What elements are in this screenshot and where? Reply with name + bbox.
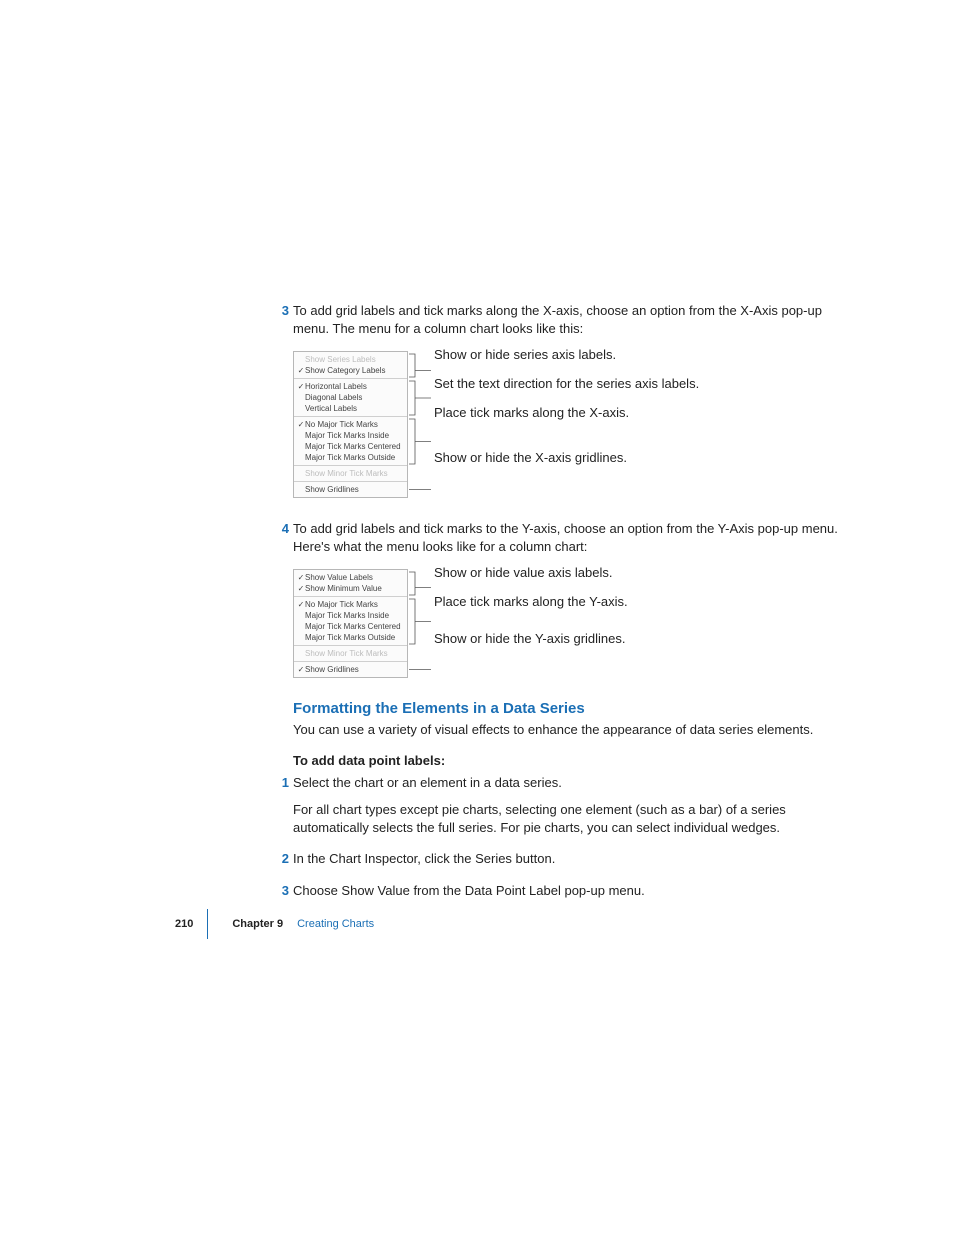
menu-item: Show Minor Tick Marks [294, 468, 407, 479]
step-1-detail: For all chart types except pie charts, s… [293, 801, 841, 836]
content-column: 3 To add grid labels and tick marks alon… [293, 302, 841, 913]
menu-section: ✓Show Value Labels✓Show Minimum Value [294, 570, 407, 597]
step-number: 2 [277, 850, 289, 868]
step-number: 1 [277, 774, 289, 792]
menu-item[interactable]: Show Gridlines [294, 484, 407, 495]
menu-item[interactable]: ✓No Major Tick Marks [294, 419, 407, 430]
menu-item-label: Show Minor Tick Marks [305, 648, 403, 659]
step-text: In the Chart Inspector, click the Series… [293, 851, 555, 866]
menu-wrap: Show Series Labels✓Show Category Labels✓… [293, 351, 408, 498]
figure-x-axis-menu: Show Series Labels✓Show Category Labels✓… [293, 351, 841, 498]
menu-section: ✓Horizontal LabelsDiagonal LabelsVertica… [294, 379, 407, 417]
menu-item-label: Major Tick Marks Inside [305, 610, 403, 621]
menu-item-label: Vertical Labels [305, 403, 403, 414]
menu-item-label: Major Tick Marks Outside [305, 452, 403, 463]
menu-section: ✓Show Gridlines [294, 662, 407, 677]
menu-item[interactable]: Major Tick Marks Inside [294, 610, 407, 621]
footer-rule [207, 909, 208, 939]
menu-item-label: Show Series Labels [305, 354, 403, 365]
menu-section: ✓No Major Tick MarksMajor Tick Marks Ins… [294, 417, 407, 466]
menu-item[interactable]: ✓No Major Tick Marks [294, 599, 407, 610]
page: 3 To add grid labels and tick marks alon… [0, 0, 954, 1235]
menu-item[interactable]: ✓Show Value Labels [294, 572, 407, 583]
y-axis-callouts: Show or hide value axis labels. Place ti… [434, 569, 628, 648]
menu-item[interactable]: ✓Show Category Labels [294, 365, 407, 376]
menu-item-label: No Major Tick Marks [305, 599, 403, 610]
step-text: To add grid labels and tick marks along … [293, 303, 822, 336]
x-axis-callouts: Show or hide series axis labels. Set the… [434, 351, 699, 467]
step-number: 3 [277, 302, 289, 320]
menu-item[interactable]: Major Tick Marks Outside [294, 632, 407, 643]
menu-item-label: Show Gridlines [305, 484, 403, 495]
menu-section: Show Series Labels✓Show Category Labels [294, 352, 407, 379]
menu-item-label: No Major Tick Marks [305, 419, 403, 430]
callout: Set the text direction for the series ax… [434, 376, 699, 393]
callout: Show or hide the X-axis gridlines. [434, 450, 699, 467]
step-3: 3 To add grid labels and tick marks alon… [293, 302, 841, 337]
section-intro: You can use a variety of visual effects … [293, 721, 841, 739]
section-heading: Formatting the Elements in a Data Series [293, 700, 841, 717]
callout: Show or hide the Y-axis gridlines. [434, 631, 628, 648]
step-1: 1 Select the chart or an element in a da… [293, 774, 841, 792]
page-footer: 210 Chapter 9 Creating Charts [175, 909, 374, 939]
check-icon: ✓ [297, 599, 305, 610]
x-axis-popup-menu: Show Series Labels✓Show Category Labels✓… [293, 351, 408, 498]
page-number: 210 [175, 918, 207, 930]
menu-item-label: Major Tick Marks Outside [305, 632, 403, 643]
menu-item-label: Major Tick Marks Centered [305, 441, 403, 452]
menu-item: Show Minor Tick Marks [294, 648, 407, 659]
step-4: 4 To add grid labels and tick marks to t… [293, 520, 841, 555]
menu-item[interactable]: Major Tick Marks Centered [294, 441, 407, 452]
check-icon: ✓ [297, 572, 305, 583]
menu-item-label: Show Minimum Value [305, 583, 403, 594]
step-number: 4 [277, 520, 289, 538]
menu-item-label: Show Value Labels [305, 572, 403, 583]
callout: Show or hide value axis labels. [434, 565, 628, 582]
check-icon: ✓ [297, 664, 305, 675]
menu-section: Show Minor Tick Marks [294, 646, 407, 662]
callout: Place tick marks along the Y-axis. [434, 594, 628, 611]
menu-item[interactable]: ✓Show Minimum Value [294, 583, 407, 594]
callout: Show or hide series axis labels. [434, 347, 699, 364]
menu-item-label: Major Tick Marks Inside [305, 430, 403, 441]
menu-item-label: Show Minor Tick Marks [305, 468, 403, 479]
menu-item-label: Horizontal Labels [305, 381, 403, 392]
step-text: To add grid labels and tick marks to the… [293, 521, 838, 554]
menu-section: Show Gridlines [294, 482, 407, 497]
menu-item-label: Show Gridlines [305, 664, 403, 675]
step-text: Select the chart or an element in a data… [293, 775, 562, 790]
check-icon: ✓ [297, 381, 305, 392]
chapter-label: Chapter 9 [232, 918, 283, 930]
y-axis-popup-menu: ✓Show Value Labels✓Show Minimum Value✓No… [293, 569, 408, 678]
check-icon: ✓ [297, 583, 305, 594]
check-icon: ✓ [297, 419, 305, 430]
menu-wrap: ✓Show Value Labels✓Show Minimum Value✓No… [293, 569, 408, 678]
menu-item[interactable]: Major Tick Marks Outside [294, 452, 407, 463]
menu-item[interactable]: ✓Show Gridlines [294, 664, 407, 675]
check-icon: ✓ [297, 365, 305, 376]
menu-item[interactable]: ✓Horizontal Labels [294, 381, 407, 392]
menu-section: ✓No Major Tick MarksMajor Tick Marks Ins… [294, 597, 407, 646]
menu-item[interactable]: Diagonal Labels [294, 392, 407, 403]
step-3b: 3 Choose Show Value from the Data Point … [293, 882, 841, 900]
menu-item-label: Diagonal Labels [305, 392, 403, 403]
step-2: 2 In the Chart Inspector, click the Seri… [293, 850, 841, 868]
callout: Place tick marks along the X-axis. [434, 405, 699, 422]
menu-item[interactable]: Major Tick Marks Centered [294, 621, 407, 632]
menu-section: Show Minor Tick Marks [294, 466, 407, 482]
figure-y-axis-menu: ✓Show Value Labels✓Show Minimum Value✓No… [293, 569, 841, 678]
menu-item-label: Major Tick Marks Centered [305, 621, 403, 632]
chapter-title: Creating Charts [297, 918, 374, 930]
menu-item: Show Series Labels [294, 354, 407, 365]
step-number: 3 [277, 882, 289, 900]
subheading: To add data point labels: [293, 753, 841, 768]
step-text: Choose Show Value from the Data Point La… [293, 883, 645, 898]
menu-item[interactable]: Vertical Labels [294, 403, 407, 414]
menu-item-label: Show Category Labels [305, 365, 403, 376]
menu-item[interactable]: Major Tick Marks Inside [294, 430, 407, 441]
